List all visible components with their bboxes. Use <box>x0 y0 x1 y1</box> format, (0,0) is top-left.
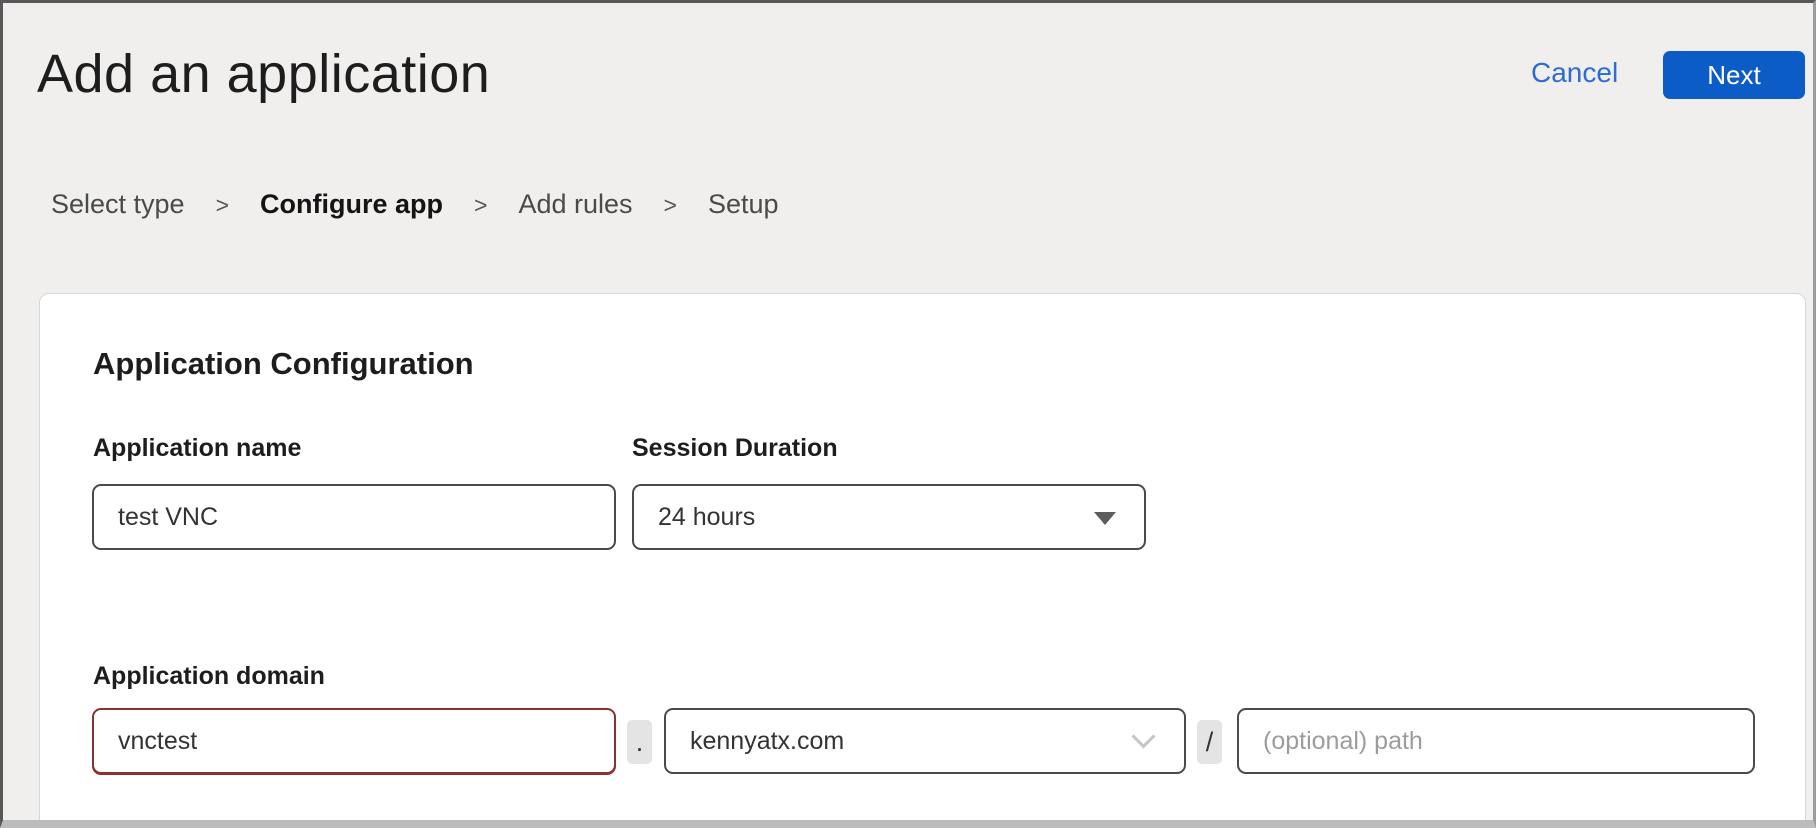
session-duration-select[interactable]: 24 hours <box>632 484 1146 550</box>
dot-separator: . <box>627 720 652 764</box>
session-duration-label: Session Duration <box>632 434 838 463</box>
domain-select[interactable]: kennyatx.com <box>664 708 1186 774</box>
cancel-button[interactable]: Cancel <box>1531 57 1618 89</box>
domain-select-value: kennyatx.com <box>690 727 844 756</box>
breadcrumb-step-select-type[interactable]: Select type <box>51 189 185 220</box>
application-configuration-card: Application Configuration Application na… <box>39 293 1806 828</box>
subdomain-input[interactable] <box>92 708 616 774</box>
caret-down-icon <box>1094 512 1116 525</box>
application-name-label: Application name <box>93 434 301 463</box>
page-title: Add an application <box>37 43 490 105</box>
next-button[interactable]: Next <box>1663 51 1805 99</box>
breadcrumb-step-add-rules[interactable]: Add rules <box>518 189 632 220</box>
section-title: Application Configuration <box>93 346 474 382</box>
breadcrumb-separator: > <box>474 192 487 219</box>
chevron-down-icon <box>1131 724 1155 748</box>
slash-separator: / <box>1197 720 1222 764</box>
breadcrumb-separator: > <box>664 192 677 219</box>
breadcrumb-step-configure-app[interactable]: Configure app <box>260 189 443 220</box>
application-domain-label: Application domain <box>93 662 325 691</box>
add-application-window: Add an application Cancel Next Select ty… <box>0 0 1816 828</box>
breadcrumb-separator: > <box>216 192 229 219</box>
breadcrumb: Select type > Configure app > Add rules … <box>51 189 779 220</box>
session-duration-value: 24 hours <box>658 503 755 532</box>
application-name-input[interactable] <box>92 484 616 550</box>
breadcrumb-step-setup[interactable]: Setup <box>708 189 779 220</box>
path-input[interactable] <box>1237 708 1755 774</box>
